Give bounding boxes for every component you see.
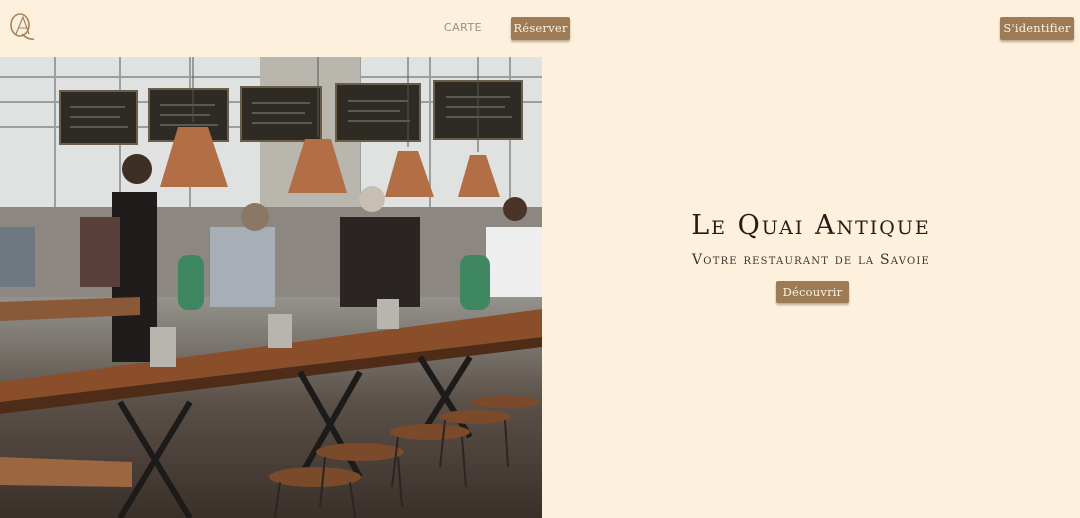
login-button[interactable]: S'identifier — [1000, 17, 1074, 40]
discover-button[interactable]: Découvrir — [776, 281, 849, 303]
nav-link-menu[interactable]: CARTE — [436, 19, 490, 37]
restaurant-interior-illustration — [0, 57, 542, 518]
restaurant-interior-photo — [0, 57, 542, 518]
hero-title: Le Quai Antique — [691, 210, 931, 241]
hero-subtitle: Votre restaurant de la Savoie — [691, 252, 931, 268]
top-navbar: CARTE Réserver S'identifier — [0, 0, 1080, 57]
logo-mark-icon — [10, 13, 35, 40]
reserve-button[interactable]: Réserver — [511, 17, 570, 40]
restaurant-logo[interactable] — [8, 12, 36, 42]
